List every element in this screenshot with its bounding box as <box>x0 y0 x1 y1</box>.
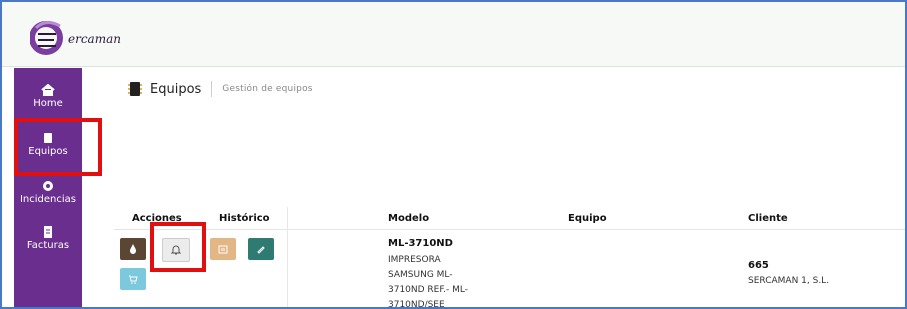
top-bar: ercaman <box>2 2 905 67</box>
highlight-alert-button <box>150 222 206 272</box>
sidebar-item-label: Facturas <box>26 240 70 251</box>
pencil-icon <box>257 246 265 254</box>
headset-icon <box>43 181 53 191</box>
title-divider <box>211 81 213 97</box>
sidebar-item-label: Home <box>33 98 63 109</box>
cart-button[interactable] <box>120 268 146 290</box>
sidebar-item-facturas[interactable]: Facturas <box>14 226 82 251</box>
col-header-historico[interactable]: Histórico <box>219 213 270 224</box>
cart-icon <box>129 275 138 284</box>
model-name: ML-3710ND <box>388 238 453 249</box>
toner-button[interactable] <box>120 238 146 260</box>
history-button[interactable] <box>210 238 236 260</box>
logo-icon <box>29 21 63 55</box>
page-title: Equipos <box>150 81 202 97</box>
col-header-cliente[interactable]: Cliente <box>748 213 788 224</box>
sidebar-item-home[interactable]: Home <box>14 84 82 109</box>
sidebar: Home Equipos Incidencias Facturas <box>14 68 82 307</box>
header-divider <box>114 229 905 230</box>
logo-text: ercaman <box>68 32 121 46</box>
chip-icon <box>128 82 142 96</box>
col-header-equipo[interactable]: Equipo <box>568 213 607 224</box>
sercaman-logo[interactable]: ercaman <box>29 16 140 56</box>
sidebar-item-label: Incidencias <box>19 194 76 205</box>
column-divider <box>287 207 288 307</box>
highlight-equipos <box>14 118 102 176</box>
folder-icon <box>218 245 228 254</box>
client-number: 665 <box>748 260 769 271</box>
col-header-modelo[interactable]: Modelo <box>388 213 429 224</box>
model-description: IMPRESORA SAMSUNG ML-3710ND REF.- ML-371… <box>388 255 468 309</box>
page-header: Equipos Gestión de equipos <box>126 78 313 100</box>
home-icon <box>41 84 55 96</box>
client-name: SERCAMAN 1, S.L. <box>748 276 830 286</box>
app-frame: ercaman Home Equipos Incidencias Factura… <box>0 0 907 309</box>
edit-button[interactable] <box>248 238 274 260</box>
sidebar-item-incidencias[interactable]: Incidencias <box>14 180 82 205</box>
invoice-icon <box>44 226 52 238</box>
page-subtitle: Gestión de equipos <box>222 84 313 94</box>
drop-icon <box>130 244 136 254</box>
